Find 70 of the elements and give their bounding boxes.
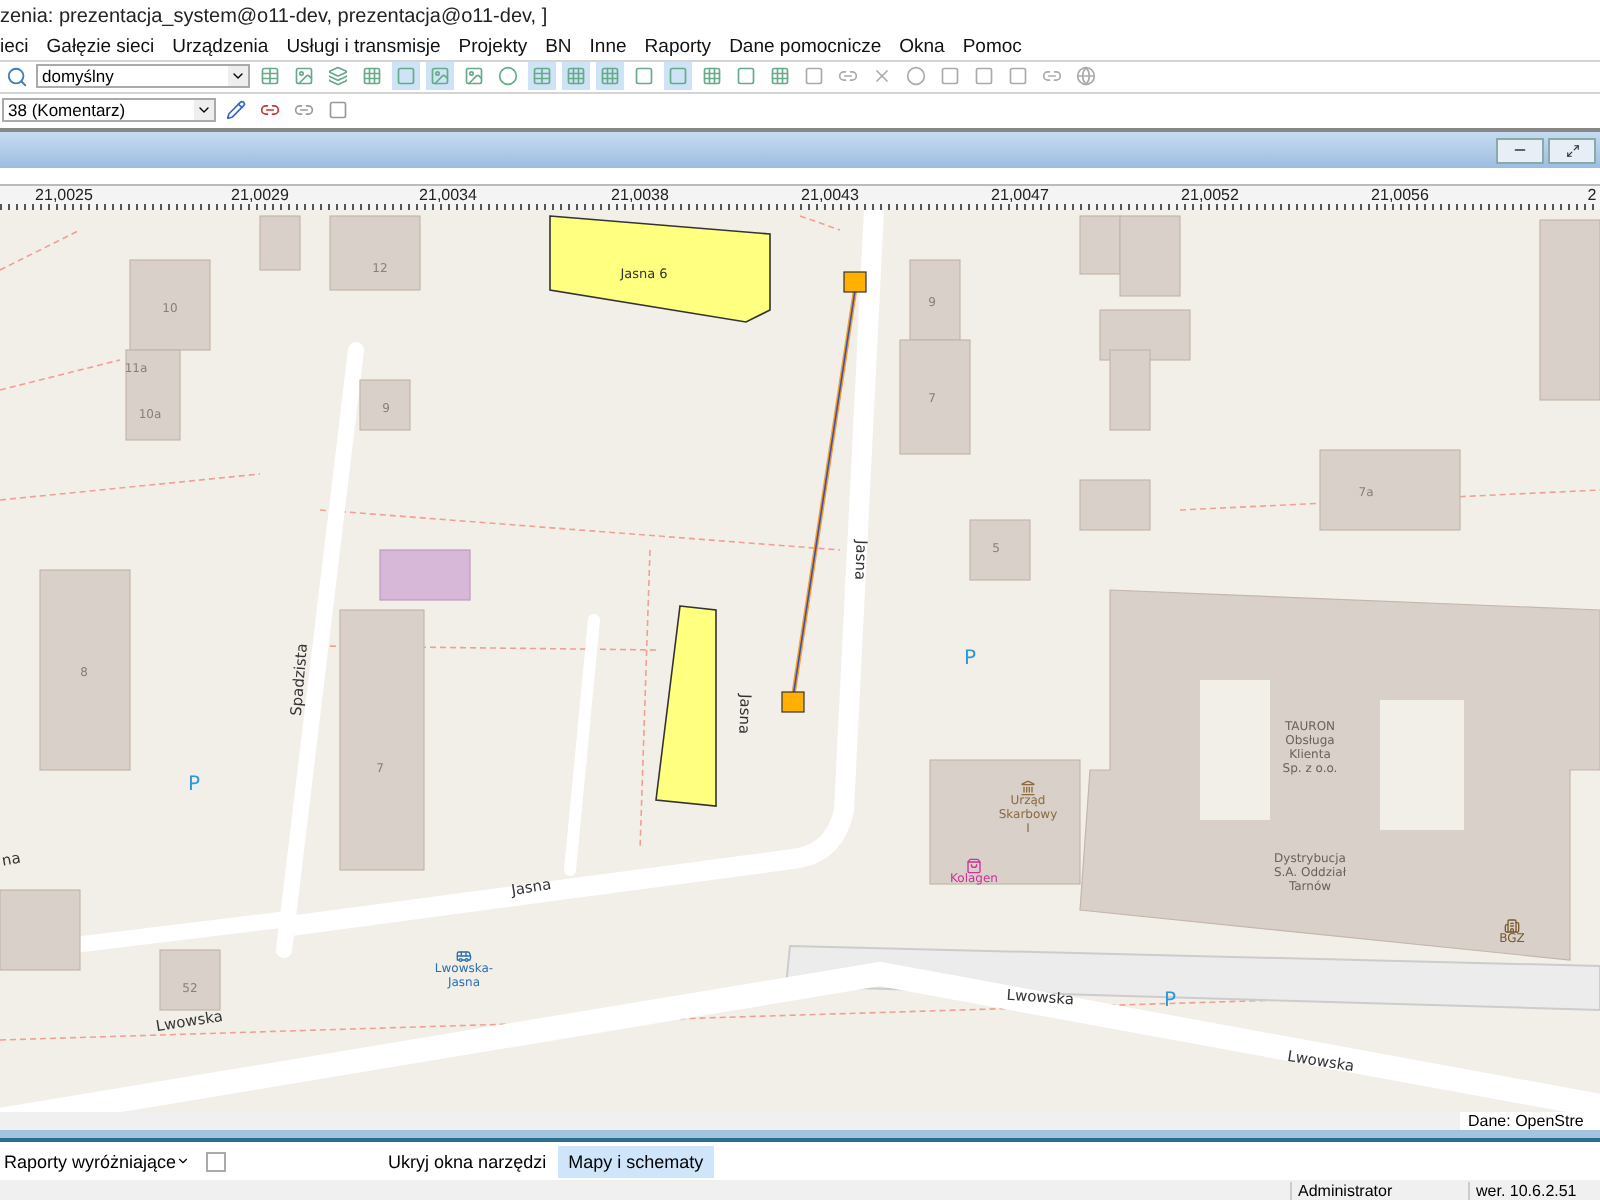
parking-sign: P — [1163, 989, 1177, 1012]
menu-item[interactable]: Gałęzie sieci — [46, 36, 155, 59]
menu-item[interactable]: BN — [545, 36, 572, 59]
shop-icon — [967, 857, 981, 873]
building — [1319, 448, 1461, 530]
menu-item[interactable]: Usługi i transmisje — [286, 36, 441, 59]
user-name: Administrator — [1290, 1181, 1468, 1200]
parking-sign: P — [187, 773, 201, 796]
menu-item[interactable]: Urządzenia — [172, 36, 269, 59]
window-title: zenia: prezentacja_system@o11-dev, prezentacja@o11-dev, ] — [0, 6, 548, 29]
ruler-label: 21,0038 — [611, 185, 669, 204]
ruler-label: 21,0034 — [419, 185, 477, 204]
toolbar-icon[interactable] — [596, 62, 624, 91]
hide-tools-button[interactable]: Ukryj okna narzędzi — [376, 1149, 559, 1174]
pencil-icon[interactable] — [222, 96, 250, 125]
building — [0, 888, 81, 970]
tab[interactable]: Mapy i schematy — [558, 1145, 714, 1178]
map-attribution: Dane: OpenStre — [1460, 1112, 1600, 1131]
bank-icon — [1504, 918, 1520, 932]
menu-item[interactable]: Raporty — [644, 36, 712, 59]
ruler-label: 21,0056 — [1371, 185, 1429, 204]
menu-item[interactable]: Pomoc — [962, 36, 1022, 59]
maximize-button[interactable] — [1548, 137, 1596, 163]
toolbar-icon[interactable] — [426, 62, 454, 91]
building — [159, 948, 221, 1010]
building — [379, 548, 471, 600]
building — [969, 518, 1031, 580]
menu-item[interactable]: Inne — [589, 36, 627, 59]
network-node — [843, 270, 867, 292]
menu-item[interactable]: Projekty — [458, 36, 528, 59]
parking-sign: P — [963, 647, 977, 670]
toolbar-icon[interactable] — [494, 62, 522, 91]
building — [259, 214, 301, 270]
ruler-label: 2 — [1587, 185, 1597, 204]
office-icon — [1021, 779, 1035, 795]
building — [899, 338, 971, 454]
building — [329, 214, 421, 290]
ruler-label: 21,0047 — [991, 185, 1049, 204]
toolbar-icon[interactable] — [902, 62, 930, 91]
ruler-label: 21,0025 — [35, 185, 93, 204]
building — [1079, 478, 1151, 530]
toolbar-icon[interactable] — [392, 62, 420, 91]
building — [359, 378, 411, 430]
toolbar-icon[interactable] — [1072, 62, 1100, 91]
caret-icon — [176, 1154, 191, 1169]
ruler-label: 21,0043 — [801, 185, 859, 204]
caret-icon — [194, 100, 214, 121]
bus-icon — [456, 950, 472, 962]
search-icon[interactable] — [2, 62, 30, 91]
menu-item[interactable]: Okna — [899, 36, 945, 59]
caret-icon — [228, 66, 248, 87]
reports-dropdown[interactable]: Raporty wyróżniające — [0, 1151, 195, 1172]
checkbox[interactable] — [206, 1151, 227, 1172]
building — [909, 258, 961, 340]
courtyard — [1200, 679, 1270, 820]
toolbar-icon[interactable] — [562, 62, 590, 91]
toolbar-icon[interactable] — [664, 62, 692, 91]
network-node — [781, 690, 805, 712]
menu-item[interactable]: Dane pomocnicze — [729, 36, 882, 59]
toolbar-icon[interactable] — [324, 62, 352, 91]
maximize-icon — [1565, 143, 1579, 157]
toolbar-icon[interactable] — [528, 62, 556, 91]
minimize-button[interactable] — [1496, 137, 1544, 163]
layer-select[interactable]: 38 (Komentarz) — [2, 98, 216, 123]
ruler-label: 21,0052 — [1181, 185, 1239, 204]
courtyard — [1380, 699, 1464, 830]
menu-item[interactable]: ieci — [0, 36, 29, 59]
version-label: wer. 10.6.2.51 — [1468, 1181, 1600, 1200]
style-select[interactable]: domyślny — [36, 64, 250, 89]
ruler-label: 21,0029 — [231, 185, 289, 204]
